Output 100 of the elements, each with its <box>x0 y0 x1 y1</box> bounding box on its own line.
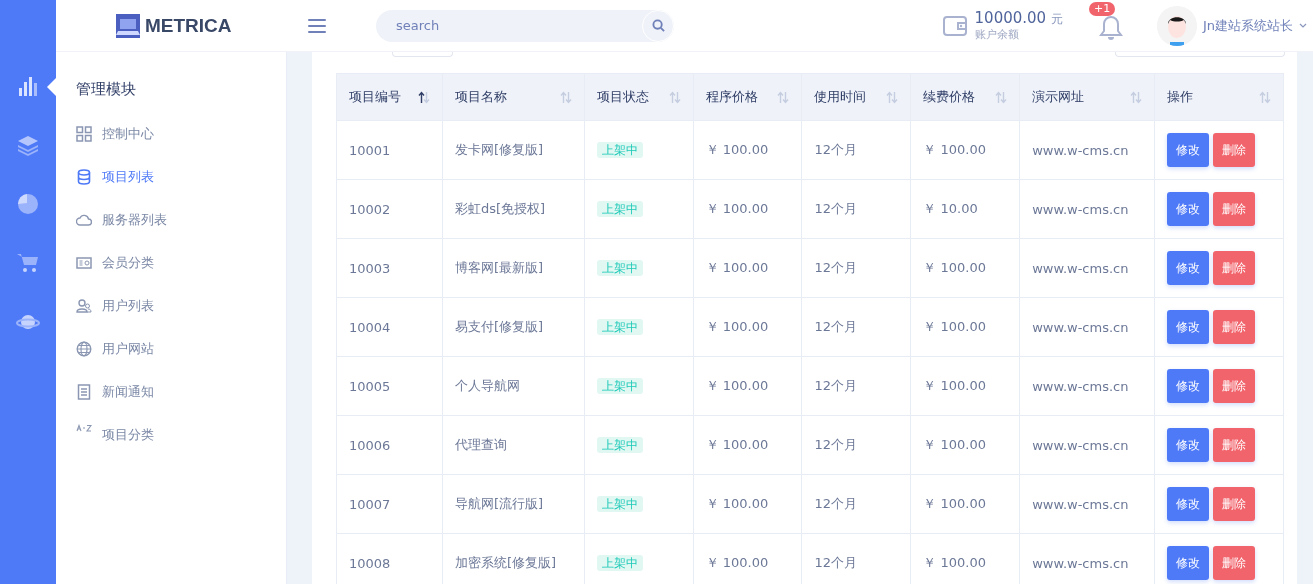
table-cell: www.w-cms.cn <box>1019 238 1155 298</box>
active-pointer-icon <box>47 78 56 96</box>
search-button[interactable] <box>642 9 674 42</box>
table-cell: 10004 <box>336 297 443 357</box>
edit-button[interactable]: 修改 <box>1167 428 1210 462</box>
column-header[interactable]: 项目编号 <box>336 73 443 121</box>
table-cell: 导航网[流行版] <box>442 474 585 534</box>
laptop-icon <box>116 13 140 38</box>
status-tag: 上架中 <box>596 259 643 276</box>
caret-icon[interactable] <box>1299 23 1307 28</box>
column-header[interactable]: 程序价格 <box>693 73 802 121</box>
delete-button[interactable]: 删除 <box>1213 546 1256 580</box>
bar-chart-icon[interactable] <box>16 74 40 98</box>
layers-icon[interactable] <box>16 133 40 157</box>
edit-button[interactable]: 修改 <box>1167 192 1210 226</box>
column-header[interactable]: 使用时间 <box>801 73 911 121</box>
table-cell: 12个月 <box>801 297 911 357</box>
sidebar-item[interactable]: 新闻通知 <box>76 377 286 420</box>
table-cell: ￥ 100.00 <box>693 415 802 475</box>
sort-icon <box>1130 90 1143 104</box>
table-cell: www.w-cms.cn <box>1019 297 1155 357</box>
table-cell: ￥ 100.00 <box>693 297 802 357</box>
status-tag: 上架中 <box>596 318 643 335</box>
sidebar-item[interactable]: 会员分类 <box>76 248 286 291</box>
header-label: 项目名称 <box>454 88 507 106</box>
table-cell: 12个月 <box>801 120 911 180</box>
table-cell: 10006 <box>336 415 443 475</box>
status-tag: 上架中 <box>596 377 643 394</box>
delete-button[interactable]: 删除 <box>1213 310 1256 344</box>
cart-icon[interactable] <box>16 251 40 275</box>
status-tag: 上架中 <box>596 554 643 571</box>
table-cell: 12个月 <box>801 356 911 416</box>
delete-button[interactable]: 删除 <box>1213 487 1256 521</box>
table-cell: 10008 <box>336 533 443 584</box>
logo-text: METRICA <box>145 14 232 37</box>
table-cell: ￥ 100.00 <box>693 179 802 239</box>
sidebar-item[interactable]: 控制中心 <box>76 119 286 162</box>
header-label: 操作 <box>1167 88 1194 106</box>
table-cell: ￥ 100.00 <box>693 356 802 416</box>
delete-button[interactable]: 删除 <box>1213 251 1256 285</box>
wallet-icon <box>942 14 967 37</box>
sidebar-item[interactable]: 用户列表 <box>76 291 286 334</box>
table-cell: www.w-cms.cn <box>1019 356 1155 416</box>
grid-icon <box>76 125 92 142</box>
header-label: 项目状态 <box>596 88 649 106</box>
edit-button[interactable]: 修改 <box>1167 546 1210 580</box>
column-header[interactable]: 续费价格 <box>910 73 1020 121</box>
table-cell: www.w-cms.cn <box>1019 120 1155 180</box>
sidebar-item[interactable]: 项目分类 <box>76 420 286 463</box>
edit-button[interactable]: 修改 <box>1167 133 1210 167</box>
sort-icon <box>559 90 572 104</box>
globe-icon <box>76 340 92 357</box>
table-cell: ￥ 100.00 <box>910 415 1020 475</box>
header-label: 使用时间 <box>814 88 867 106</box>
currency-unit: 元 <box>1050 12 1063 26</box>
status-tag: 上架中 <box>596 200 643 217</box>
database-icon <box>76 168 92 185</box>
table-cell: ￥ 100.00 <box>693 474 802 534</box>
user-name[interactable]: Jn建站系统站长 <box>1202 16 1293 35</box>
table-cell: 代理查询 <box>442 415 585 475</box>
delete-button[interactable]: 删除 <box>1213 428 1256 462</box>
header-label: 续费价格 <box>923 88 976 106</box>
column-header[interactable]: 演示网址 <box>1019 73 1155 121</box>
delete-button[interactable]: 删除 <box>1213 192 1256 226</box>
sidebar-title: 管理模块 <box>76 80 137 99</box>
edit-button[interactable]: 修改 <box>1167 310 1210 344</box>
table-cell: www.w-cms.cn <box>1019 474 1155 534</box>
header-label: 演示网址 <box>1032 88 1085 106</box>
table-cell: 12个月 <box>801 238 911 298</box>
sort-icon <box>777 90 790 104</box>
table-cell: 10005 <box>336 356 443 416</box>
edit-button[interactable]: 修改 <box>1167 487 1210 521</box>
table-cell: ￥ 10.00 <box>910 179 1020 239</box>
edit-button[interactable]: 修改 <box>1167 251 1210 285</box>
sort-icon <box>995 90 1008 104</box>
edit-button[interactable]: 修改 <box>1167 369 1210 403</box>
header-label: 项目编号 <box>349 88 401 106</box>
table-cell: ￥ 100.00 <box>910 474 1020 534</box>
table-cell: ￥ 100.00 <box>910 297 1020 357</box>
table-cell: 10003 <box>336 238 443 298</box>
balance-amount: 10000.00 <box>974 9 1047 27</box>
table-cell: 10002 <box>336 179 443 239</box>
table-cell: 彩虹ds[免授权] <box>442 179 585 239</box>
status-tag: 上架中 <box>596 436 643 453</box>
delete-button[interactable]: 删除 <box>1213 133 1256 167</box>
menu-icon[interactable] <box>308 17 326 34</box>
column-header[interactable]: 项目状态 <box>584 73 694 121</box>
table-cell: www.w-cms.cn <box>1019 415 1155 475</box>
column-header[interactable]: 项目名称 <box>442 73 585 121</box>
sidebar-item[interactable]: 用户网站 <box>76 334 286 377</box>
table-cell: ￥ 100.00 <box>693 120 802 180</box>
id-card-icon <box>76 254 92 271</box>
status-tag: 上架中 <box>596 495 643 512</box>
table-cell: 个人导航网 <box>442 356 585 416</box>
pie-chart-icon[interactable] <box>16 192 40 216</box>
sidebar-item[interactable]: 项目列表 <box>76 162 286 205</box>
column-header[interactable]: 操作 <box>1154 73 1284 121</box>
sidebar-item[interactable]: 服务器列表 <box>76 205 286 248</box>
delete-button[interactable]: 删除 <box>1213 369 1256 403</box>
table-cell: 易支付[修复版] <box>442 297 585 357</box>
